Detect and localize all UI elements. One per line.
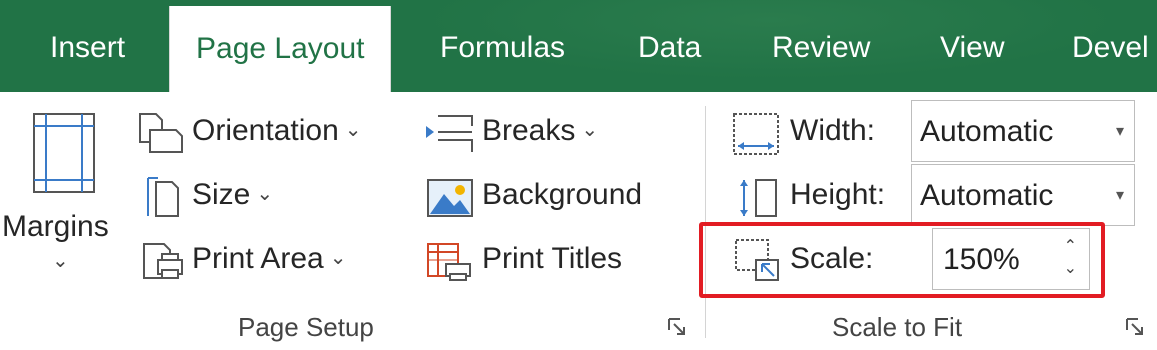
scale-to-fit-group-label: Scale to Fit bbox=[832, 312, 963, 342]
scale-to-fit-dialog-launcher-icon[interactable] bbox=[1124, 316, 1146, 338]
width-label: Width: bbox=[790, 114, 876, 147]
chevron-down-icon: ⌄ bbox=[256, 183, 274, 205]
tab-data[interactable]: Data bbox=[638, 22, 701, 74]
background-label: Background bbox=[482, 178, 643, 211]
page-setup-group-label: Page Setup bbox=[238, 312, 374, 342]
height-icon bbox=[740, 179, 777, 217]
tab-view[interactable]: View bbox=[940, 22, 1004, 74]
tab-page-layout[interactable]: Page Layout bbox=[169, 6, 392, 92]
tab-insert[interactable]: Insert bbox=[50, 22, 125, 74]
breaks-label: Breaks bbox=[482, 114, 576, 147]
tab-review[interactable]: Review bbox=[772, 22, 870, 74]
margins-icon bbox=[33, 113, 95, 193]
height-dropdown[interactable]: Automatic ▾ bbox=[911, 164, 1135, 226]
chevron-down-icon: ⌄ bbox=[329, 247, 347, 269]
orientation-label: Orientation bbox=[192, 114, 339, 147]
print-area-label: Print Area bbox=[192, 242, 324, 275]
tab-formulas[interactable]: Formulas bbox=[440, 22, 565, 74]
size-button[interactable]: Size ⌄ bbox=[136, 176, 336, 220]
margins-label: Margins bbox=[2, 210, 109, 243]
scale-highlight-box bbox=[699, 222, 1105, 298]
chevron-down-icon: ⌄ bbox=[344, 119, 362, 141]
print-area-button[interactable]: Print Area ⌄ bbox=[136, 240, 396, 284]
chevron-down-icon: ⌄ bbox=[581, 119, 599, 141]
breaks-icon bbox=[426, 115, 473, 152]
width-dropdown[interactable]: Automatic ▾ bbox=[911, 100, 1135, 162]
orientation-icon bbox=[139, 113, 183, 153]
height-label: Height: bbox=[790, 178, 886, 211]
print-area-icon bbox=[143, 243, 183, 279]
page-setup-dialog-launcher-icon[interactable] bbox=[666, 316, 688, 338]
margins-chevron-icon: ⌄ bbox=[52, 250, 69, 272]
tab-developer[interactable]: Devel bbox=[1072, 22, 1149, 74]
breaks-button[interactable]: Breaks ⌄ bbox=[424, 112, 624, 156]
orientation-button[interactable]: Orientation ⌄ bbox=[136, 112, 396, 156]
height-value: Automatic bbox=[920, 179, 1054, 212]
print-titles-icon bbox=[427, 243, 471, 281]
print-titles-label: Print Titles bbox=[482, 242, 623, 275]
size-label: Size bbox=[192, 178, 251, 211]
margins-button[interactable]: Margins ⌄ bbox=[0, 108, 130, 288]
dropdown-arrow-icon[interactable]: ▾ bbox=[1116, 165, 1124, 227]
width-value: Automatic bbox=[920, 115, 1054, 148]
print-titles-button[interactable]: Print Titles bbox=[424, 240, 674, 284]
width-icon bbox=[733, 113, 779, 155]
dropdown-arrow-icon[interactable]: ▾ bbox=[1116, 101, 1124, 163]
background-icon bbox=[427, 179, 473, 217]
background-button[interactable]: Background bbox=[424, 176, 674, 220]
ribbon-tab-bar: Insert Page Layout Formulas Data Review … bbox=[0, 0, 1157, 92]
size-icon bbox=[147, 177, 179, 217]
